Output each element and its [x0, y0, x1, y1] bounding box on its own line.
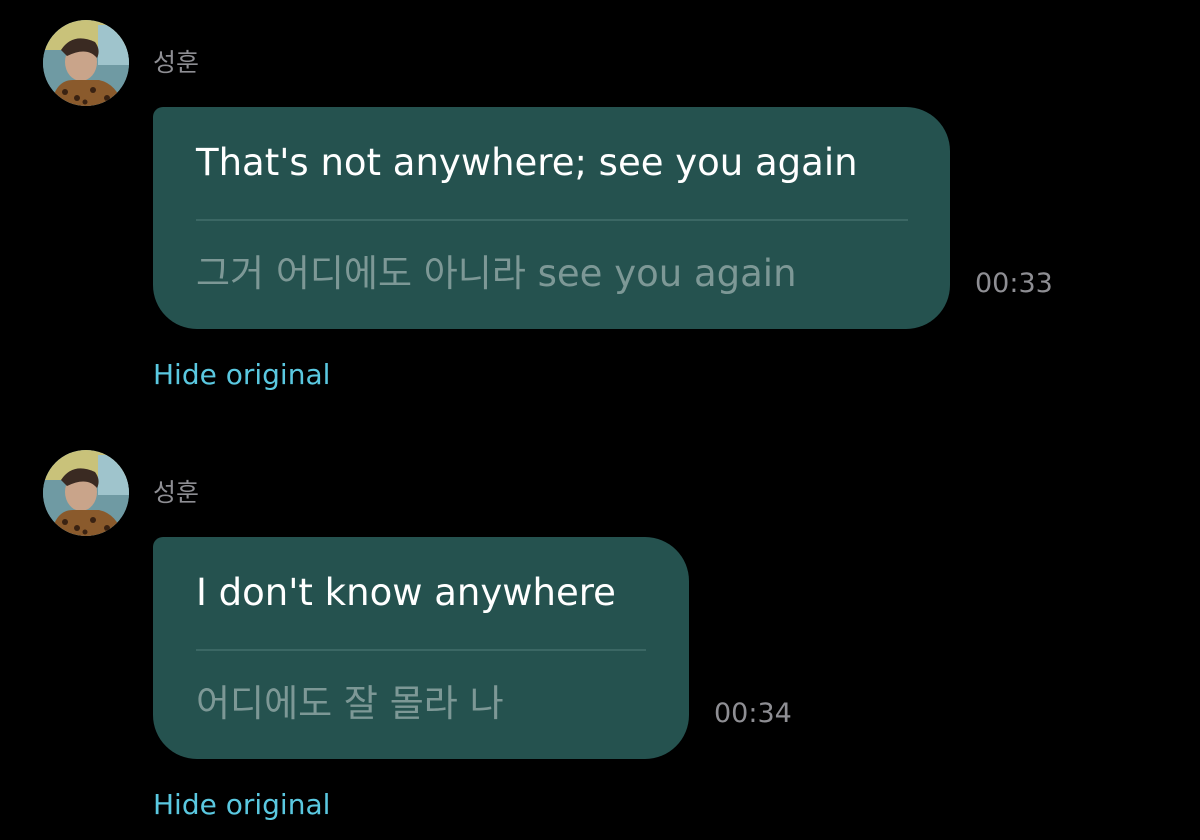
translated-text: I don't know anywhere: [196, 571, 616, 614]
avatar[interactable]: [43, 450, 129, 536]
sender-name: 성훈: [153, 478, 200, 507]
message-bubble[interactable]: I don't know anywhere 어디에도 잘 몰라 나: [153, 537, 689, 759]
avatar-image: [43, 450, 129, 536]
avatar[interactable]: [43, 20, 129, 106]
chat-thread: 성훈 That's not anywhere; see you again 그거…: [0, 0, 1200, 840]
message-bubble[interactable]: That's not anywhere; see you again 그거 어디…: [153, 107, 950, 329]
divider: [196, 649, 646, 651]
message-time: 00:34: [714, 698, 792, 729]
divider: [196, 219, 908, 221]
message-time: 00:33: [975, 268, 1053, 299]
sender-name: 성훈: [153, 48, 200, 77]
original-text: 어디에도 잘 몰라 나: [196, 682, 504, 725]
avatar-image: [43, 20, 129, 106]
original-text: 그거 어디에도 아니라 see you again: [196, 252, 797, 295]
translated-text: That's not anywhere; see you again: [196, 141, 858, 184]
hide-original-button[interactable]: Hide original: [153, 358, 330, 392]
hide-original-button[interactable]: Hide original: [153, 788, 330, 822]
